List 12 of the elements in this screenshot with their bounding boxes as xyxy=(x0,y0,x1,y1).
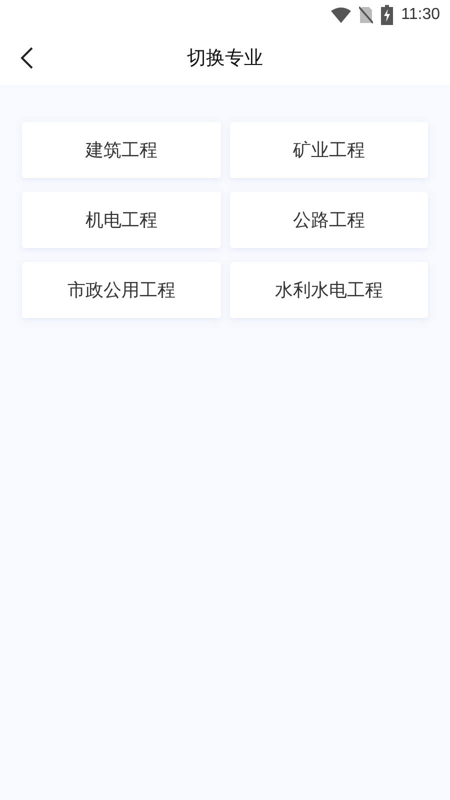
major-option[interactable]: 矿业工程 xyxy=(230,122,428,178)
page-title: 切换专业 xyxy=(187,46,263,70)
back-icon[interactable] xyxy=(20,46,34,70)
major-option[interactable]: 市政公用工程 xyxy=(22,262,220,318)
status-time: 11:30 xyxy=(401,6,440,24)
major-option[interactable]: 公路工程 xyxy=(230,192,428,248)
major-option[interactable]: 机电工程 xyxy=(22,192,220,248)
battery-charging-icon xyxy=(381,5,394,25)
major-option[interactable]: 水利水电工程 xyxy=(230,262,428,318)
major-option[interactable]: 建筑工程 xyxy=(22,122,220,178)
wifi-icon xyxy=(331,7,352,23)
no-sim-icon xyxy=(359,6,374,24)
